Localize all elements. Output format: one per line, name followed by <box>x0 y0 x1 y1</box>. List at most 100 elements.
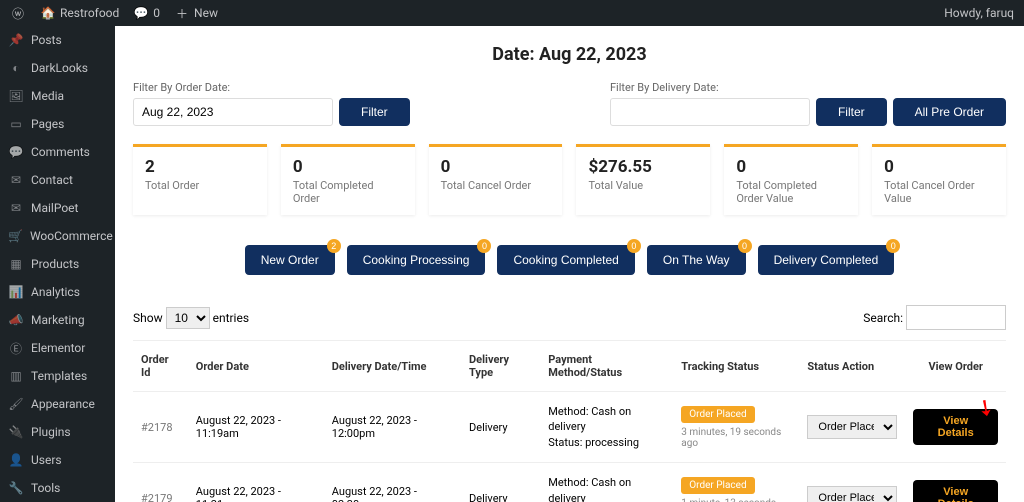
cell-delivery-type: Delivery <box>461 392 540 463</box>
cell-tracking: Order Placed3 minutes, 19 seconds ago <box>673 392 799 463</box>
col-header[interactable]: Tracking Status <box>673 341 799 392</box>
search-input[interactable] <box>906 305 1006 330</box>
cell-payment: Method: Cash on deliveryStatus: processi… <box>540 392 673 463</box>
menu-icon: ✉ <box>8 172 24 188</box>
status-cooking-completed[interactable]: Cooking Completed0 <box>497 245 634 275</box>
menu-icon: 🔧 <box>8 480 24 496</box>
col-header[interactable]: Order Id <box>133 341 188 392</box>
status-action-select[interactable]: Order Placed <box>807 415 897 439</box>
stat-value: 0 <box>736 157 846 177</box>
filter-delivery-date-label: Filter By Delivery Date: <box>610 81 1006 94</box>
cell-order-id: #2178 <box>133 392 188 463</box>
col-header[interactable]: Status Action <box>799 341 905 392</box>
menu-icon: 💬 <box>8 144 24 160</box>
menu-icon: 🖌 <box>8 396 24 412</box>
status-filter-row: New Order2 Cooking Processing0 Cooking Com… <box>133 245 1006 275</box>
sidebar-item-contact[interactable]: ✉Contact <box>0 166 115 194</box>
howdy-user[interactable]: Howdy, faruq <box>944 6 1014 20</box>
stat-label: Total Completed Order Value <box>736 179 846 205</box>
sidebar-item-users[interactable]: 👤Users <box>0 446 115 474</box>
menu-icon: 📊 <box>8 284 24 300</box>
status-delivery-completed[interactable]: Delivery Completed0 <box>758 245 895 275</box>
col-header[interactable]: Delivery Type <box>461 341 540 392</box>
col-header[interactable]: Order Date <box>188 341 324 392</box>
status-badge: 0 <box>886 239 900 253</box>
tracking-time: 1 minute, 13 seconds ago <box>681 498 791 502</box>
sidebar-item-pages[interactable]: ▭Pages <box>0 110 115 138</box>
view-details-button[interactable]: View Details <box>913 480 998 502</box>
stat-label: Total Cancel Order Value <box>884 179 994 205</box>
cell-status-action: Order Placed <box>799 463 905 502</box>
filter-delivery-button[interactable]: Filter <box>816 98 887 126</box>
col-header[interactable]: Delivery Date/Time <box>324 341 461 392</box>
stat-value: $276.55 <box>588 157 698 177</box>
sidebar-item-media[interactable]: 🖼Media <box>0 82 115 110</box>
comments-bubble[interactable]: 💬0 <box>133 5 160 21</box>
stat-value: 0 <box>441 157 551 177</box>
cell-delivery-date: August 22, 2023 - 12:00pm <box>324 392 461 463</box>
wp-logo[interactable]: ⓦ <box>10 5 26 21</box>
sidebar-item-plugins[interactable]: 🔌Plugins <box>0 418 115 446</box>
status-on-the-way[interactable]: On The Way0 <box>647 245 746 275</box>
menu-icon: 🔌 <box>8 424 24 440</box>
menu-icon: 📣 <box>8 312 24 328</box>
cell-tracking: Order Placed1 minute, 13 seconds ago <box>673 463 799 502</box>
admin-bar: ⓦ 🏠Restrofood 💬0 ＋New Howdy, faruq <box>0 0 1024 26</box>
date-heading: Date: Aug 22, 2023 <box>133 44 1006 65</box>
status-badge: 0 <box>627 239 641 253</box>
sidebar-item-comments[interactable]: 💬Comments <box>0 138 115 166</box>
menu-icon: ◐ <box>8 60 24 76</box>
filter-delivery-date-input[interactable] <box>610 98 810 126</box>
sidebar-item-tools[interactable]: 🔧Tools <box>0 474 115 502</box>
sidebar-item-elementor[interactable]: ⒺElementor <box>0 334 115 362</box>
sidebar-item-mailpoet[interactable]: ✉MailPoet <box>0 194 115 222</box>
sidebar-item-appearance[interactable]: 🖌Appearance <box>0 390 115 418</box>
status-cooking-processing[interactable]: Cooking Processing0 <box>347 245 486 275</box>
cell-delivery-date: August 22, 2023 - 02:30pm <box>324 463 461 502</box>
entries-select[interactable]: 10 <box>166 307 210 329</box>
status-action-select[interactable]: Order Placed <box>807 486 897 502</box>
menu-icon: ▥ <box>8 368 24 384</box>
stats-row: 2Total Order0Total Completed Order0Total… <box>133 144 1006 215</box>
stat-label: Total Completed Order <box>293 179 403 205</box>
all-pre-order-button[interactable]: All Pre Order <box>893 98 1006 126</box>
main-content: Date: Aug 22, 2023 Filter By Order Date:… <box>115 26 1024 502</box>
menu-icon: 🖼 <box>8 88 24 104</box>
cell-status-action: Order Placed <box>799 392 905 463</box>
menu-icon: ▦ <box>8 256 24 272</box>
stat-label: Total Value <box>588 179 698 192</box>
menu-icon: ▭ <box>8 116 24 132</box>
table-search: Search: <box>863 305 1006 330</box>
site-name[interactable]: 🏠Restrofood <box>40 5 119 21</box>
sidebar-item-analytics[interactable]: 📊Analytics <box>0 278 115 306</box>
cell-order-date: August 22, 2023 - 11:19am <box>188 392 324 463</box>
status-badge: 0 <box>738 239 752 253</box>
col-header[interactable]: View Order <box>905 341 1006 392</box>
cell-view: View Details <box>905 463 1006 502</box>
sidebar-item-marketing[interactable]: 📣Marketing <box>0 306 115 334</box>
menu-icon: 📌 <box>8 32 24 48</box>
table-row: #2178August 22, 2023 - 11:19amAugust 22,… <box>133 392 1006 463</box>
stat-card: 0Total Completed Order <box>281 144 415 215</box>
cell-order-date: August 22, 2023 - 11:21am <box>188 463 324 502</box>
status-badge: 2 <box>327 239 341 253</box>
stat-card: 2Total Order <box>133 144 267 215</box>
entries-selector: Show 10 entries <box>133 307 249 329</box>
new-content[interactable]: ＋New <box>174 5 218 21</box>
col-header[interactable]: Payment Method/Status <box>540 341 673 392</box>
stat-value: 0 <box>293 157 403 177</box>
orders-table: Order IdOrder DateDelivery Date/TimeDeli… <box>133 340 1006 502</box>
sidebar-item-templates[interactable]: ▥Templates <box>0 362 115 390</box>
cell-order-id: #2179 <box>133 463 188 502</box>
sidebar-item-products[interactable]: ▦Products <box>0 250 115 278</box>
sidebar-item-woocommerce[interactable]: 🛒WooCommerce <box>0 222 115 250</box>
sidebar-item-darklooks[interactable]: ◐DarkLooks <box>0 54 115 82</box>
menu-icon: 🛒 <box>8 228 23 244</box>
status-new-order[interactable]: New Order2 <box>245 245 335 275</box>
stat-value: 2 <box>145 157 255 177</box>
filter-order-date-input[interactable] <box>133 98 333 126</box>
stat-label: Total Cancel Order <box>441 179 551 192</box>
menu-icon: ✉ <box>8 200 24 216</box>
sidebar-item-posts[interactable]: 📌Posts <box>0 26 115 54</box>
filter-order-button[interactable]: Filter <box>339 98 410 126</box>
